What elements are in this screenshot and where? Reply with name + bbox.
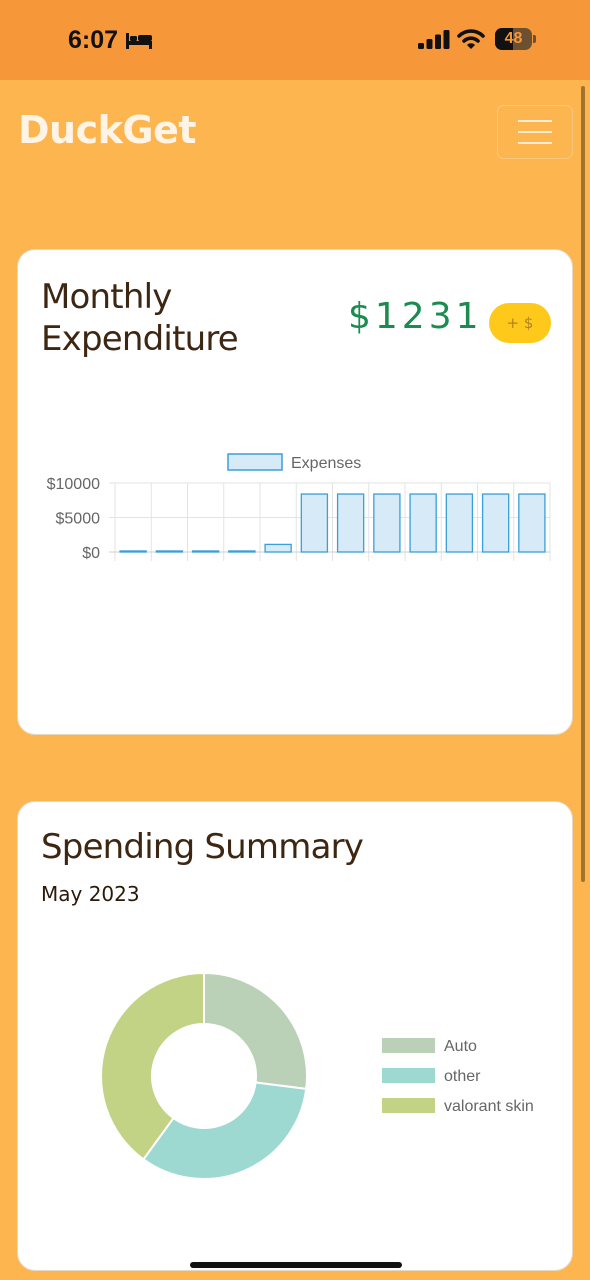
add-money-button[interactable]: + $ xyxy=(489,303,551,343)
bar-11[interactable] xyxy=(481,493,510,553)
status-time: 6:07 xyxy=(68,26,119,54)
brand-logo[interactable]: DuckGet xyxy=(18,108,197,152)
legend-item-valorant-skin[interactable]: valorant skin xyxy=(382,1098,534,1115)
summary-month: May 2023 xyxy=(41,882,140,906)
bar-5[interactable] xyxy=(264,543,292,553)
signal-icon xyxy=(418,30,450,49)
scrollbar[interactable] xyxy=(581,86,585,882)
bar-6[interactable] xyxy=(300,493,329,553)
legend-label: Auto xyxy=(444,1038,477,1055)
hamburger-menu-button[interactable] xyxy=(497,105,573,159)
legend-label: Expenses xyxy=(291,455,361,472)
legend-item-auto[interactable]: Auto xyxy=(382,1038,477,1055)
spending-donut-chart: Auto other valorant skin xyxy=(100,971,534,1180)
expenses-bar-chart: Expenses $10000 $5000 $0 xyxy=(47,453,551,562)
wifi-icon xyxy=(457,29,485,49)
y-tick-label: $5000 xyxy=(56,511,101,528)
bar-9[interactable] xyxy=(409,493,437,553)
slice-other[interactable] xyxy=(142,1081,308,1180)
card-title: Monthly Expenditure xyxy=(41,277,239,359)
legend-item-expenses[interactable]: Expenses xyxy=(227,453,361,472)
bar-3[interactable] xyxy=(191,550,220,553)
bar-1[interactable] xyxy=(119,550,147,553)
slice-auto[interactable] xyxy=(203,971,308,1091)
expenditure-amount: $1231 xyxy=(348,296,483,337)
bar-7[interactable] xyxy=(336,493,365,553)
bar-12[interactable] xyxy=(518,493,546,553)
hamburger-menu-icon xyxy=(518,120,552,122)
card-title: Spending Summary xyxy=(41,827,364,867)
legend-item-other[interactable]: other xyxy=(382,1068,481,1085)
y-tick-label: $0 xyxy=(82,545,100,562)
bar-10[interactable] xyxy=(445,493,474,553)
bar-2[interactable] xyxy=(155,550,184,553)
monthly-expenditure-card: Monthly Expenditure $1231 + $ Expenses $1… xyxy=(17,249,573,735)
bed-icon xyxy=(126,33,152,49)
battery-level: 48 xyxy=(504,30,523,47)
spending-summary-card: Spending Summary May 2023 Auto other valor… xyxy=(17,801,573,1271)
status-bar: 6:07 48 xyxy=(0,0,590,80)
battery-icon: 48 xyxy=(495,28,536,50)
y-tick-label: $10000 xyxy=(47,476,100,493)
home-indicator[interactable] xyxy=(190,1262,402,1268)
legend-label: valorant skin xyxy=(444,1098,534,1115)
bar-4[interactable] xyxy=(228,550,256,553)
legend-label: other xyxy=(444,1068,481,1085)
bar-8[interactable] xyxy=(373,493,401,553)
